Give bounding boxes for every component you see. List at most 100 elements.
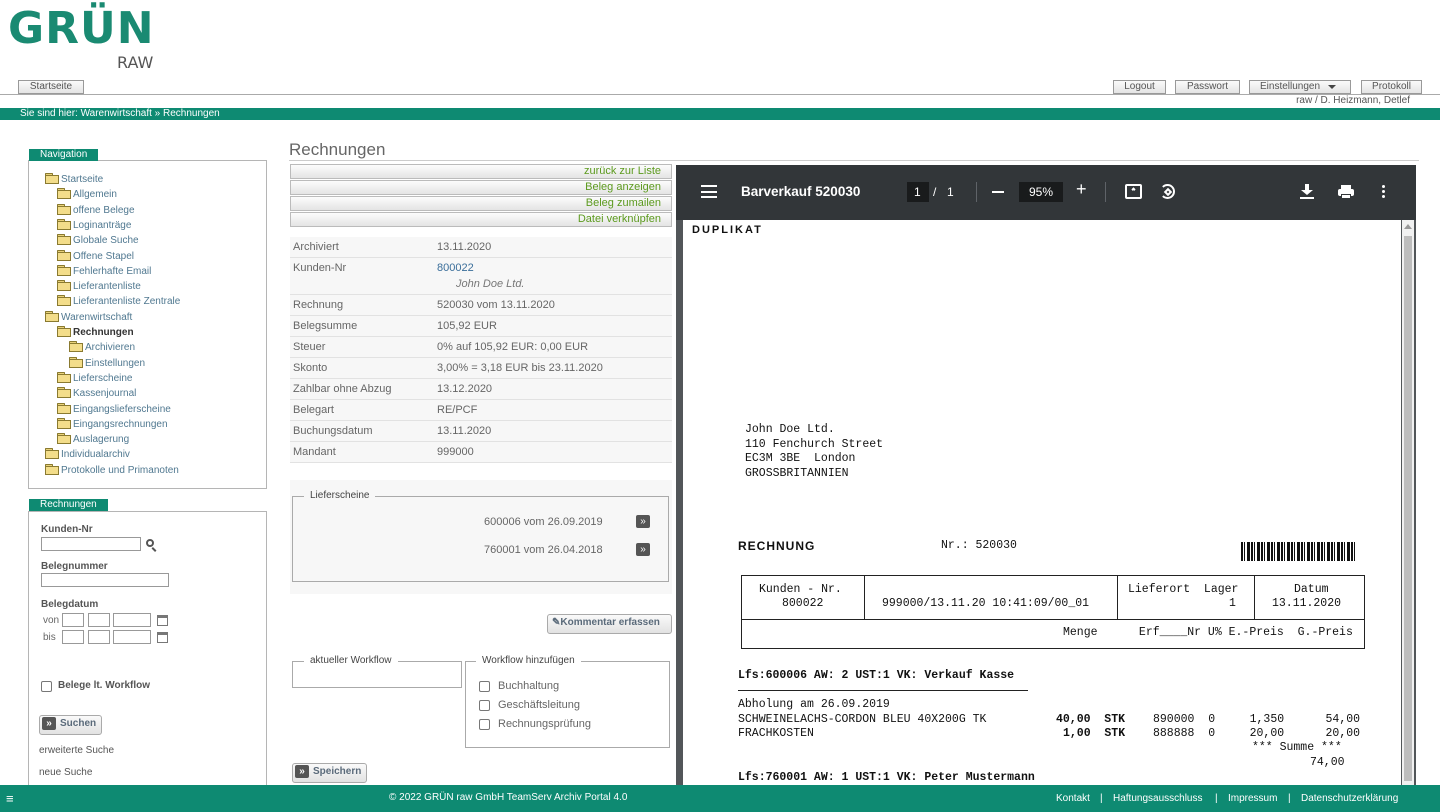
action-link[interactable]: zurück zur Liste xyxy=(290,164,672,179)
fit-page-icon[interactable] xyxy=(1125,184,1142,199)
customer-input[interactable] xyxy=(41,537,141,551)
sidebar-item[interactable]: Lieferantenliste xyxy=(57,280,141,293)
new-search-link[interactable]: neue Suche xyxy=(39,767,92,779)
search-button[interactable]: » Suchen xyxy=(39,715,102,735)
sidebar-item[interactable]: Kassenjournal xyxy=(57,387,136,400)
from-day-input[interactable] xyxy=(62,613,84,627)
doc-number-label: Belegnummer xyxy=(41,561,108,572)
scrollbar-thumb[interactable] xyxy=(1404,236,1412,781)
open-delivery-icon[interactable]: » xyxy=(636,515,650,528)
workflow-option-checkbox[interactable] xyxy=(479,719,490,730)
workflow-checkbox-label: Belege lt. Workflow xyxy=(58,680,151,691)
menu-icon[interactable] xyxy=(701,185,717,198)
to-day-input[interactable] xyxy=(62,630,84,644)
action-link[interactable]: Beleg anzeigen xyxy=(290,180,672,195)
sidebar-item[interactable]: Auslagerung xyxy=(57,433,129,446)
search-icon[interactable] xyxy=(146,539,158,552)
sidebar-item[interactable]: Allgemein xyxy=(57,188,117,201)
advanced-search-link[interactable]: erweiterte Suche xyxy=(39,745,114,757)
settings-dropdown[interactable]: Einstellungen xyxy=(1249,80,1351,94)
detail-value[interactable]: 800022 xyxy=(437,262,474,275)
hamburger-icon[interactable]: ≡ xyxy=(6,785,14,812)
current-user: raw / D. Heizmann, Detlef xyxy=(1296,95,1410,106)
sidebar-item[interactable]: offene Belege xyxy=(57,203,135,217)
breadcrumb: Sie sind hier: Warenwirtschaft » Rechnun… xyxy=(0,108,1440,120)
sidebar-item-label: Lieferantenliste xyxy=(73,281,141,293)
sidebar-item[interactable]: Lieferantenliste Zentrale xyxy=(57,295,180,308)
detail-value: 105,92 EUR xyxy=(437,320,497,332)
zoom-level: 95% xyxy=(1029,185,1054,199)
sidebar-item-label: Eingangsrechnungen xyxy=(73,418,168,430)
to-year-input[interactable] xyxy=(113,630,151,644)
action-link[interactable]: Beleg zumailen xyxy=(290,196,672,211)
sidebar-item[interactable]: Fehlerhafte Email xyxy=(57,264,152,278)
sidebar-item[interactable]: Einstellungen xyxy=(69,356,145,370)
print-icon[interactable] xyxy=(1338,185,1354,199)
sidebar-item[interactable]: Lieferscheine xyxy=(57,371,132,385)
open-delivery-icon[interactable]: » xyxy=(636,543,650,556)
from-year-input[interactable] xyxy=(113,613,151,627)
protocol-button[interactable]: Protokoll xyxy=(1361,80,1422,94)
item-prices: 890000 0 1,350 54,00 xyxy=(1153,713,1361,726)
zoom-input[interactable]: 95% xyxy=(1019,182,1063,202)
sidebar-item-label: Globale Suche xyxy=(73,235,139,247)
sidebar-item[interactable]: Eingangsrechnungen xyxy=(57,417,168,431)
item-name: FRACHKOSTEN xyxy=(738,727,814,740)
from-month-input[interactable] xyxy=(88,613,110,627)
sidebar-item-label: offene Belege xyxy=(73,204,135,216)
pickup-date: Abholung am 26.09.2019 xyxy=(738,698,890,711)
current-workflow-legend: aktueller Workflow xyxy=(304,655,398,667)
zoom-in-icon[interactable]: + xyxy=(1076,180,1087,198)
more-options-icon[interactable] xyxy=(1382,185,1385,199)
action-link[interactable]: Datei verknüpfen xyxy=(290,212,672,227)
detail-row: Rechnung 520030 vom 13.11.2020 xyxy=(290,295,672,316)
footer-separator: | xyxy=(1288,793,1291,804)
detail-value: 13.12.2020 xyxy=(437,383,493,395)
page-number-input[interactable]: 1 xyxy=(907,182,929,202)
logout-button[interactable]: Logout xyxy=(1113,80,1166,94)
detail-label: Buchungsdatum xyxy=(293,425,373,437)
table-divider xyxy=(864,575,865,620)
workflow-option-label: Buchhaltung xyxy=(498,680,560,692)
delivery-item: 600006 vom 26.09.2019 xyxy=(484,516,603,528)
calendar-icon[interactable] xyxy=(157,615,168,626)
item-prices: 888888 0 20,00 20,00 xyxy=(1153,727,1361,740)
sidebar-item[interactable]: Globale Suche xyxy=(57,234,139,247)
footer-link-disclaimer[interactable]: Haftungsausschluss xyxy=(1113,785,1203,812)
workflow-checkbox[interactable] xyxy=(41,681,52,692)
logo[interactable]: GRÜN RAW xyxy=(8,6,168,72)
workflow-option-checkbox[interactable] xyxy=(479,700,490,711)
sidebar-item[interactable]: Individualarchiv xyxy=(45,448,130,461)
save-button[interactable]: » Speichern xyxy=(292,763,367,783)
footer-link-contact[interactable]: Kontakt xyxy=(1056,785,1090,812)
detail-value: 0% auf 105,92 EUR: 0,00 EUR xyxy=(437,341,589,353)
doc-number-input[interactable] xyxy=(41,573,169,587)
rotate-icon[interactable] xyxy=(1160,184,1175,199)
to-month-input[interactable] xyxy=(88,630,110,644)
add-comment-label: Kommentar erfassen xyxy=(560,617,660,628)
folder-icon xyxy=(45,448,59,460)
sidebar-item[interactable]: Loginanträge xyxy=(57,218,131,232)
detail-label: Belegart xyxy=(293,404,334,416)
download-icon[interactable] xyxy=(1300,184,1314,200)
sidebar-item[interactable]: Eingangslieferscheine xyxy=(57,402,171,416)
sidebar-item[interactable]: Warenwirtschaft xyxy=(45,310,132,324)
sidebar-item[interactable]: Offene Stapel xyxy=(57,249,134,263)
add-comment-button[interactable]: ✎Kommentar erfassen xyxy=(547,614,672,634)
sidebar-item[interactable]: Rechnungen xyxy=(57,326,134,339)
password-button[interactable]: Passwort xyxy=(1175,80,1240,94)
calendar-icon[interactable] xyxy=(157,632,168,643)
save-button-label: Speichern xyxy=(313,766,362,777)
folder-icon xyxy=(57,326,71,337)
footer-link-privacy[interactable]: Datenschutzerklärung xyxy=(1301,785,1398,812)
sidebar-item[interactable]: Startseite xyxy=(45,173,103,186)
workflow-option-checkbox[interactable] xyxy=(479,681,490,692)
sidebar-item-label: Fehlerhafte Email xyxy=(73,265,152,277)
sidebar-item[interactable]: Protokolle und Primanoten xyxy=(45,463,179,477)
sidebar-item[interactable]: Archivieren xyxy=(69,341,135,354)
detail-label: Rechnung xyxy=(293,299,344,311)
zoom-out-icon[interactable] xyxy=(992,191,1004,193)
home-tab[interactable]: Startseite xyxy=(18,80,84,94)
footer-link-imprint[interactable]: Impressum xyxy=(1228,785,1277,812)
scroll-up-icon[interactable] xyxy=(1404,224,1412,229)
